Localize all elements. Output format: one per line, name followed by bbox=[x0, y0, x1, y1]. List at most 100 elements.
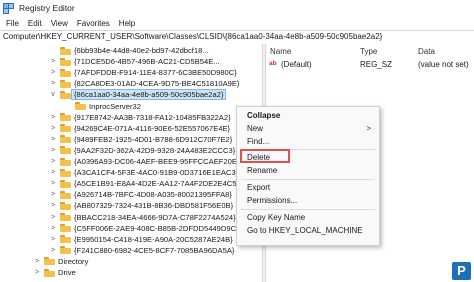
folder-icon bbox=[60, 246, 71, 255]
folder-icon bbox=[60, 46, 71, 55]
title-bar: Registry Editor bbox=[0, 0, 474, 16]
tree-item[interactable]: > {94269C4E-071A-4116-90E6-52E557067E4E} bbox=[49, 123, 230, 134]
chevron-right-icon[interactable]: > bbox=[49, 180, 57, 187]
tree-item-label: {AB807329-7324-431B-8B36-DBD581F56E0B} bbox=[74, 201, 234, 211]
folder-icon bbox=[60, 224, 71, 233]
folder-icon bbox=[60, 179, 71, 188]
folder-icon bbox=[60, 79, 71, 88]
tree-item[interactable]: > {A926714B-7BFC-4D08-A035-80021395FFA8} bbox=[49, 189, 232, 200]
tree-item-selected[interactable]: v {86ca1aa0-34aa-4e8b-a509-50c905bae2a2} bbox=[49, 89, 227, 101]
address-bar[interactable]: Computer\HKEY_CURRENT_USER\Software\Clas… bbox=[0, 30, 474, 45]
address-path[interactable]: Computer\HKEY_CURRENT_USER\Software\Clas… bbox=[3, 32, 382, 41]
chevron-right-icon[interactable]: > bbox=[49, 202, 57, 209]
chevron-right-icon[interactable]: > bbox=[49, 247, 57, 254]
tree-item[interactable]: > {AB807329-7324-431B-8B36-DBD581F56E0B} bbox=[49, 200, 233, 211]
tree-item-label: {A0396A93-DC06-4AEF-BEE9-95FFCCAEF20E} bbox=[74, 157, 240, 166]
folder-icon bbox=[60, 190, 71, 199]
tree-item-label: {82CA8DE3-01AD-4CEA-9D75-BE4C51810A9E} bbox=[74, 79, 240, 89]
menu-item-rename[interactable]: Rename bbox=[247, 166, 277, 175]
chevron-right-icon[interactable]: > bbox=[49, 225, 57, 232]
tree-item[interactable]: > {A5CE1B91-E8A4-4D2E-AA12-7A4F2DE2E4C5} bbox=[49, 178, 239, 189]
tree-item[interactable]: > {C5FF006E-2AE9-408C-B85B-2DFDD5449D9C} bbox=[49, 223, 239, 234]
tree-item[interactable]: > {9489FEB2-1925-4D01-B788-6D912C70F7E2} bbox=[49, 134, 232, 145]
menu-edit[interactable]: Edit bbox=[28, 19, 42, 28]
tree-item-label: Drive bbox=[58, 268, 76, 277]
chevron-right-icon[interactable]: > bbox=[49, 114, 57, 121]
tree-item-label: InprocServer32 bbox=[89, 101, 141, 111]
tree-item[interactable]: > {A0396A93-DC06-4AEF-BEE9-95FFCCAEF20E} bbox=[49, 156, 240, 167]
site-logo: P bbox=[452, 262, 471, 280]
tree-item[interactable]: > {9AA2F32D-362A-42D9-9328-24A483E2CCC3} bbox=[49, 145, 235, 156]
column-header-name[interactable]: Name bbox=[270, 47, 291, 56]
menu-item-permissions[interactable]: Permissions... bbox=[247, 196, 297, 205]
chevron-down-icon[interactable]: v bbox=[49, 91, 57, 98]
menu-file[interactable]: File bbox=[6, 19, 19, 28]
menu-item-new[interactable]: New bbox=[247, 124, 263, 133]
menu-item-goto-hklm[interactable]: Go to HKEY_LOCAL_MACHINE bbox=[247, 226, 363, 235]
tree-item-label: {C5FF006E-2AE9-408C-B85B-2DFDD5449D9C} bbox=[74, 223, 239, 233]
folder-icon bbox=[60, 146, 71, 155]
tree-item[interactable]: > {F241C880-6982-4CE5-8CF7-7085BA96DA5A} bbox=[49, 245, 234, 256]
tree-item-label: {917E8742-AA3B-7318-FA12-10485FB322A2} bbox=[74, 112, 231, 122]
folder-icon bbox=[44, 257, 55, 266]
menu-view[interactable]: View bbox=[51, 19, 68, 28]
chevron-right-icon[interactable]: > bbox=[49, 214, 57, 221]
menu-help[interactable]: Help bbox=[119, 19, 135, 28]
chevron-right-icon[interactable]: > bbox=[49, 80, 57, 87]
string-value-icon: ab bbox=[269, 60, 277, 67]
tree-item[interactable]: {6bb93b4e-44d8-40e2-bd97-42dbcf18... bbox=[49, 45, 209, 56]
tree-item-label: {9AA2F32D-362A-42D9-9328-24A483E2CCC3} bbox=[74, 145, 236, 155]
chevron-right-icon[interactable]: > bbox=[49, 147, 57, 154]
registry-editor-icon bbox=[3, 3, 14, 14]
column-header-data[interactable]: Data bbox=[418, 47, 435, 56]
tree-item-label: {94269C4E-071A-4116-90E6-52E557067E4E} bbox=[74, 123, 231, 133]
tree-item[interactable]: > Directory bbox=[33, 256, 88, 267]
tree-item[interactable]: > Drive bbox=[33, 267, 76, 278]
menu-item-export[interactable]: Export bbox=[247, 183, 270, 192]
chevron-right-icon[interactable]: > bbox=[49, 125, 57, 132]
menu-item-collapse[interactable]: Collapse bbox=[247, 111, 280, 120]
folder-icon bbox=[60, 113, 71, 122]
folder-icon bbox=[60, 201, 71, 210]
chevron-right-icon[interactable]: > bbox=[49, 236, 57, 243]
menu-separator bbox=[241, 179, 375, 180]
tree-item-label: {BBACC218-34EA-4666-9D7A-C78F2274A524} bbox=[74, 212, 236, 222]
tree-item[interactable]: > {E9950154-C418-419E-A90A-20C5287AE24B} bbox=[49, 234, 233, 245]
folder-icon bbox=[75, 102, 86, 110]
chevron-right-icon[interactable]: > bbox=[49, 169, 57, 176]
tree-item[interactable]: > {917E8742-AA3B-7318-FA12-10485FB322A2} bbox=[49, 112, 231, 123]
tree-item[interactable]: > {82CA8DE3-01AD-4CEA-9D75-BE4C51810A9E} bbox=[49, 78, 240, 89]
menu-favorites[interactable]: Favorites bbox=[77, 19, 110, 28]
key-tree[interactable]: {6bb93b4e-44d8-40e2-bd97-42dbcf18... > {71… bbox=[0, 44, 262, 282]
folder-icon bbox=[60, 157, 71, 166]
tree-item-label: {6bb93b4e-44d8-40e2-bd97-42dbcf18... bbox=[74, 46, 209, 55]
chevron-right-icon[interactable]: > bbox=[49, 136, 57, 143]
tree-item[interactable]: > {A3CA1CF4-5F3E-4AC0-91B9-0D3716E1EAC3} bbox=[49, 167, 238, 178]
tree-item[interactable]: > {BBACC218-34EA-4666-9D7A-C78F2274A524} bbox=[49, 212, 236, 223]
column-header-type[interactable]: Type bbox=[360, 47, 377, 56]
delete-highlight-box bbox=[240, 149, 290, 163]
tree-item[interactable]: InprocServer32 bbox=[64, 101, 141, 112]
chevron-right-icon[interactable]: > bbox=[33, 258, 41, 265]
tree-item-label: {86ca1aa0-34aa-4e8b-a509-50c905bae2a2} bbox=[71, 89, 227, 101]
menu-bar: File Edit View Favorites Help bbox=[0, 16, 474, 30]
tree-item-label: {A3CA1CF4-5F3E-4AC0-91B9-0D3716E1EAC3} bbox=[74, 168, 239, 178]
chevron-right-icon[interactable]: > bbox=[49, 58, 57, 65]
menu-item-copy-key-name[interactable]: Copy Key Name bbox=[247, 213, 305, 222]
tree-item-label: {9489FEB2-1925-4D01-B788-6D912C70F7E2} bbox=[74, 134, 233, 144]
menu-separator bbox=[241, 209, 375, 210]
folder-icon bbox=[60, 90, 71, 99]
menu-item-find[interactable]: Find... bbox=[247, 137, 269, 146]
folder-icon bbox=[60, 235, 71, 244]
tree-item[interactable]: > {71DCE5D6-4B57-496B-AC21-CD5B54E... bbox=[49, 56, 220, 67]
chevron-right-icon[interactable]: > bbox=[33, 269, 41, 276]
chevron-right-icon[interactable]: > bbox=[49, 69, 57, 76]
tree-item[interactable]: > {7AFDFDDB-F914-11E4-8377-6C3BE50D980C} bbox=[49, 67, 237, 78]
chevron-right-icon[interactable]: > bbox=[49, 158, 57, 165]
tree-item-label: {E9950154-C418-419E-A90A-20C5287AE24B} bbox=[74, 234, 233, 244]
tree-item-label: Directory bbox=[58, 256, 89, 266]
chevron-right-icon[interactable]: > bbox=[49, 191, 57, 198]
context-menu: Collapse New > Find... Delete Rename Exp… bbox=[236, 106, 380, 246]
tree-item-label: {A926714B-7BFC-4D08-A035-80021395FFA8} bbox=[74, 190, 232, 200]
value-row[interactable]: ab (Default) REG_SZ (value not set) bbox=[266, 59, 474, 70]
